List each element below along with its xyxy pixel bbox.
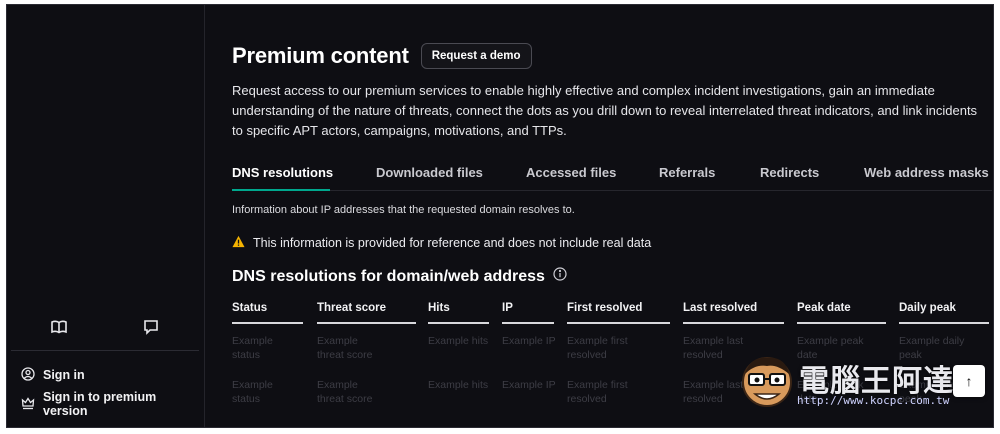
- table-header: Status Threat score Hits IP First resolv…: [232, 302, 992, 326]
- watermark-logo: 電腦王阿達 http://www.kocpc.com.tw: [737, 350, 972, 410]
- mascot-face-icon: [742, 357, 792, 407]
- section-title-label: DNS resolutions for domain/web address: [232, 267, 545, 285]
- sidebar: Sign in Sign in to premium version: [7, 5, 205, 427]
- cell-first-resolved: Example first resolved: [567, 379, 628, 405]
- crown-icon: [21, 396, 35, 413]
- cell-hits: Example hits: [428, 335, 489, 347]
- info-text: Information about IP addresses that the …: [232, 204, 575, 216]
- col-threat-score[interactable]: Threat score: [317, 302, 386, 314]
- tab-bar: DNS resolutions Downloaded files Accesse…: [232, 165, 992, 191]
- sign-in-link[interactable]: Sign in: [21, 365, 85, 385]
- sign-in-premium-label: Sign in to premium version: [43, 390, 157, 418]
- col-peak-date[interactable]: Peak date: [797, 302, 851, 314]
- tab-dns-resolutions[interactable]: DNS resolutions: [232, 165, 333, 180]
- tab-accessed-files[interactable]: Accessed files: [526, 165, 616, 180]
- tab-referrals[interactable]: Referrals: [659, 165, 715, 180]
- arrow-up-icon: ↑: [965, 373, 973, 389]
- title-row: Premium content Request a demo: [232, 43, 532, 69]
- cell-ip: Example IP: [502, 335, 556, 347]
- sidebar-divider: [11, 350, 199, 351]
- description: Request access to our premium services t…: [232, 83, 978, 138]
- header-rule: [317, 322, 416, 324]
- sign-in-premium-link[interactable]: Sign in to premium version: [21, 390, 204, 418]
- col-status[interactable]: Status: [232, 302, 267, 314]
- col-first-resolved[interactable]: First resolved: [567, 302, 642, 314]
- tab-divider: [232, 190, 992, 191]
- header-rule: [232, 322, 303, 324]
- section-title: DNS resolutions for domain/web address: [232, 267, 567, 286]
- chat-icon[interactable]: [141, 317, 161, 337]
- page-title: Premium content: [232, 43, 409, 68]
- active-tab-indicator: [232, 189, 330, 191]
- info-circle-icon[interactable]: [553, 267, 567, 286]
- tab-web-address-masks[interactable]: Web address masks: [864, 165, 989, 180]
- sidebar-icon-row: [7, 315, 205, 339]
- book-icon[interactable]: [49, 317, 69, 337]
- watermark-url: http://www.kocpc.com.tw: [797, 394, 950, 407]
- user-circle-icon: [21, 366, 35, 384]
- tab-redirects[interactable]: Redirects: [760, 165, 819, 180]
- warning-notice: This information is provided for referen…: [232, 235, 651, 251]
- header-rule: [683, 322, 784, 324]
- header-rule: [502, 322, 554, 324]
- col-last-resolved[interactable]: Last resolved: [683, 302, 757, 314]
- cell-first-resolved: Example first resolved: [567, 335, 628, 361]
- header-rule: [428, 322, 489, 324]
- scroll-to-top-button[interactable]: ↑: [953, 365, 985, 397]
- warning-text: This information is provided for referen…: [253, 236, 652, 250]
- col-ip[interactable]: IP: [502, 302, 513, 314]
- app-window: Sign in Sign in to premium version Premi…: [6, 4, 994, 428]
- sign-in-label: Sign in: [43, 368, 85, 382]
- header-rule: [797, 322, 886, 324]
- cell-status: Example status: [232, 379, 273, 405]
- cell-hits: Example hits: [428, 379, 489, 391]
- tab-downloaded-files[interactable]: Downloaded files: [376, 165, 483, 180]
- header-rule: [567, 322, 670, 324]
- cell-ip: Example IP: [502, 379, 556, 391]
- cell-status: Example status: [232, 335, 273, 361]
- cell-threat-score: Example threat score: [317, 379, 373, 405]
- request-demo-button[interactable]: Request a demo: [420, 43, 532, 69]
- col-daily-peak[interactable]: Daily peak: [899, 302, 956, 314]
- warning-icon: [232, 235, 245, 251]
- col-hits[interactable]: Hits: [428, 302, 450, 314]
- cell-threat-score: Example threat score: [317, 335, 373, 361]
- header-rule: [899, 322, 989, 324]
